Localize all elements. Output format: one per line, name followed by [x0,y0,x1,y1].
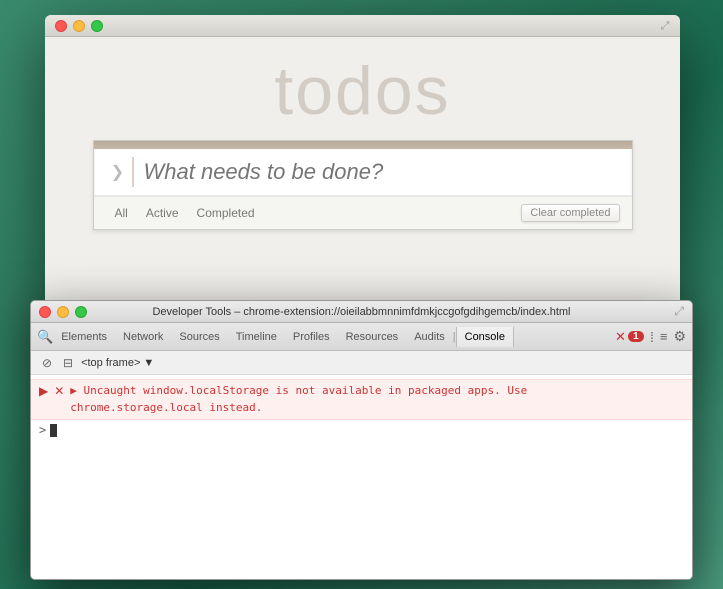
console-prompt-row: > [31,420,692,440]
devtools-sub-toolbar: ⊘ ⊟ <top frame> ▼ [31,351,692,375]
devtools-tab-elements[interactable]: Elements [53,327,115,347]
frame-selector-label: <top frame> [81,357,140,369]
app-title: todos [274,57,450,125]
todo-input-header [94,141,632,149]
devtools-block-icon[interactable]: ⊘ [39,355,55,371]
maximize-button[interactable] [91,20,103,32]
error-x-icon: ✕ [615,329,626,345]
devtools-tab-profiles[interactable]: Profiles [285,327,338,347]
devtools-traffic-lights [39,306,87,318]
console-error-message: ▶ Uncaught window.localStorage is not av… [70,383,527,416]
devtools-fullscreen-icon[interactable]: ⤢ [674,304,684,319]
new-todo-input[interactable] [144,159,622,185]
devtools-tab-audits[interactable]: Audits [406,327,453,347]
devtools-tab-console[interactable]: Console [456,327,514,347]
filter-tab-completed[interactable]: Completed [188,203,264,223]
minimize-button[interactable] [73,20,85,32]
main-window: ⤢ todos ❯ All Active Completed Clear com… [45,15,680,325]
devtools-window: Developer Tools – chrome-extension://oie… [30,300,693,580]
filter-tab-all[interactable]: All [106,203,137,223]
close-button[interactable] [55,20,67,32]
devtools-tab-network[interactable]: Network [115,327,171,347]
todo-input-container: ❯ All Active Completed Clear completed [93,140,633,230]
traffic-lights [55,20,103,32]
devtools-settings-icon[interactable]: ⚙ [673,328,686,345]
console-cursor [50,424,57,437]
devtools-minimize-button[interactable] [57,306,69,318]
devtools-titlebar: Developer Tools – chrome-extension://oie… [31,301,692,323]
filter-tabs: All Active Completed [106,203,264,223]
frame-selector[interactable]: <top frame> ▼ [81,357,154,369]
console-error-indicator: ✕ [54,384,64,398]
console-prompt-symbol: > [39,423,46,437]
devtools-separator-icon: ⁞ [650,329,654,345]
error-count: 1 [628,331,644,342]
devtools-tab-resources[interactable]: Resources [338,327,407,347]
devtools-maximize-button[interactable] [75,306,87,318]
window-content: todos ❯ All Active Completed Clear compl… [45,37,680,230]
devtools-search-icon[interactable]: 🔍 [37,329,53,345]
error-count-badge: ✕ 1 [615,329,644,345]
console-error-row: ▶ ✕ ▶ Uncaught window.localStorage is no… [31,379,692,420]
devtools-filter-icon[interactable]: ⊟ [63,356,73,370]
todo-input-row: ❯ [94,149,632,196]
devtools-toolbar: 🔍 Elements Network Sources Timeline Prof… [31,323,692,351]
devtools-icons-right: ✕ 1 ⁞ ≡ ⚙ [615,328,686,345]
frame-selector-arrow: ▼ [143,357,154,369]
devtools-console: ▶ ✕ ▶ Uncaught window.localStorage is no… [31,375,692,579]
main-titlebar: ⤢ [45,15,680,37]
devtools-close-button[interactable] [39,306,51,318]
clear-completed-button[interactable]: Clear completed [521,204,619,222]
toggle-all-icon[interactable]: ❯ [104,157,134,187]
devtools-tab-sources[interactable]: Sources [171,327,227,347]
todo-footer: All Active Completed Clear completed [94,196,632,229]
devtools-tab-timeline[interactable]: Timeline [228,327,285,347]
fullscreen-icon[interactable]: ⤢ [658,19,672,33]
devtools-title: Developer Tools – chrome-extension://oie… [152,306,570,318]
filter-tab-active[interactable]: Active [137,203,188,223]
console-error-expand-icon[interactable]: ▶ [39,384,48,398]
devtools-stack-icon[interactable]: ≡ [660,329,668,344]
